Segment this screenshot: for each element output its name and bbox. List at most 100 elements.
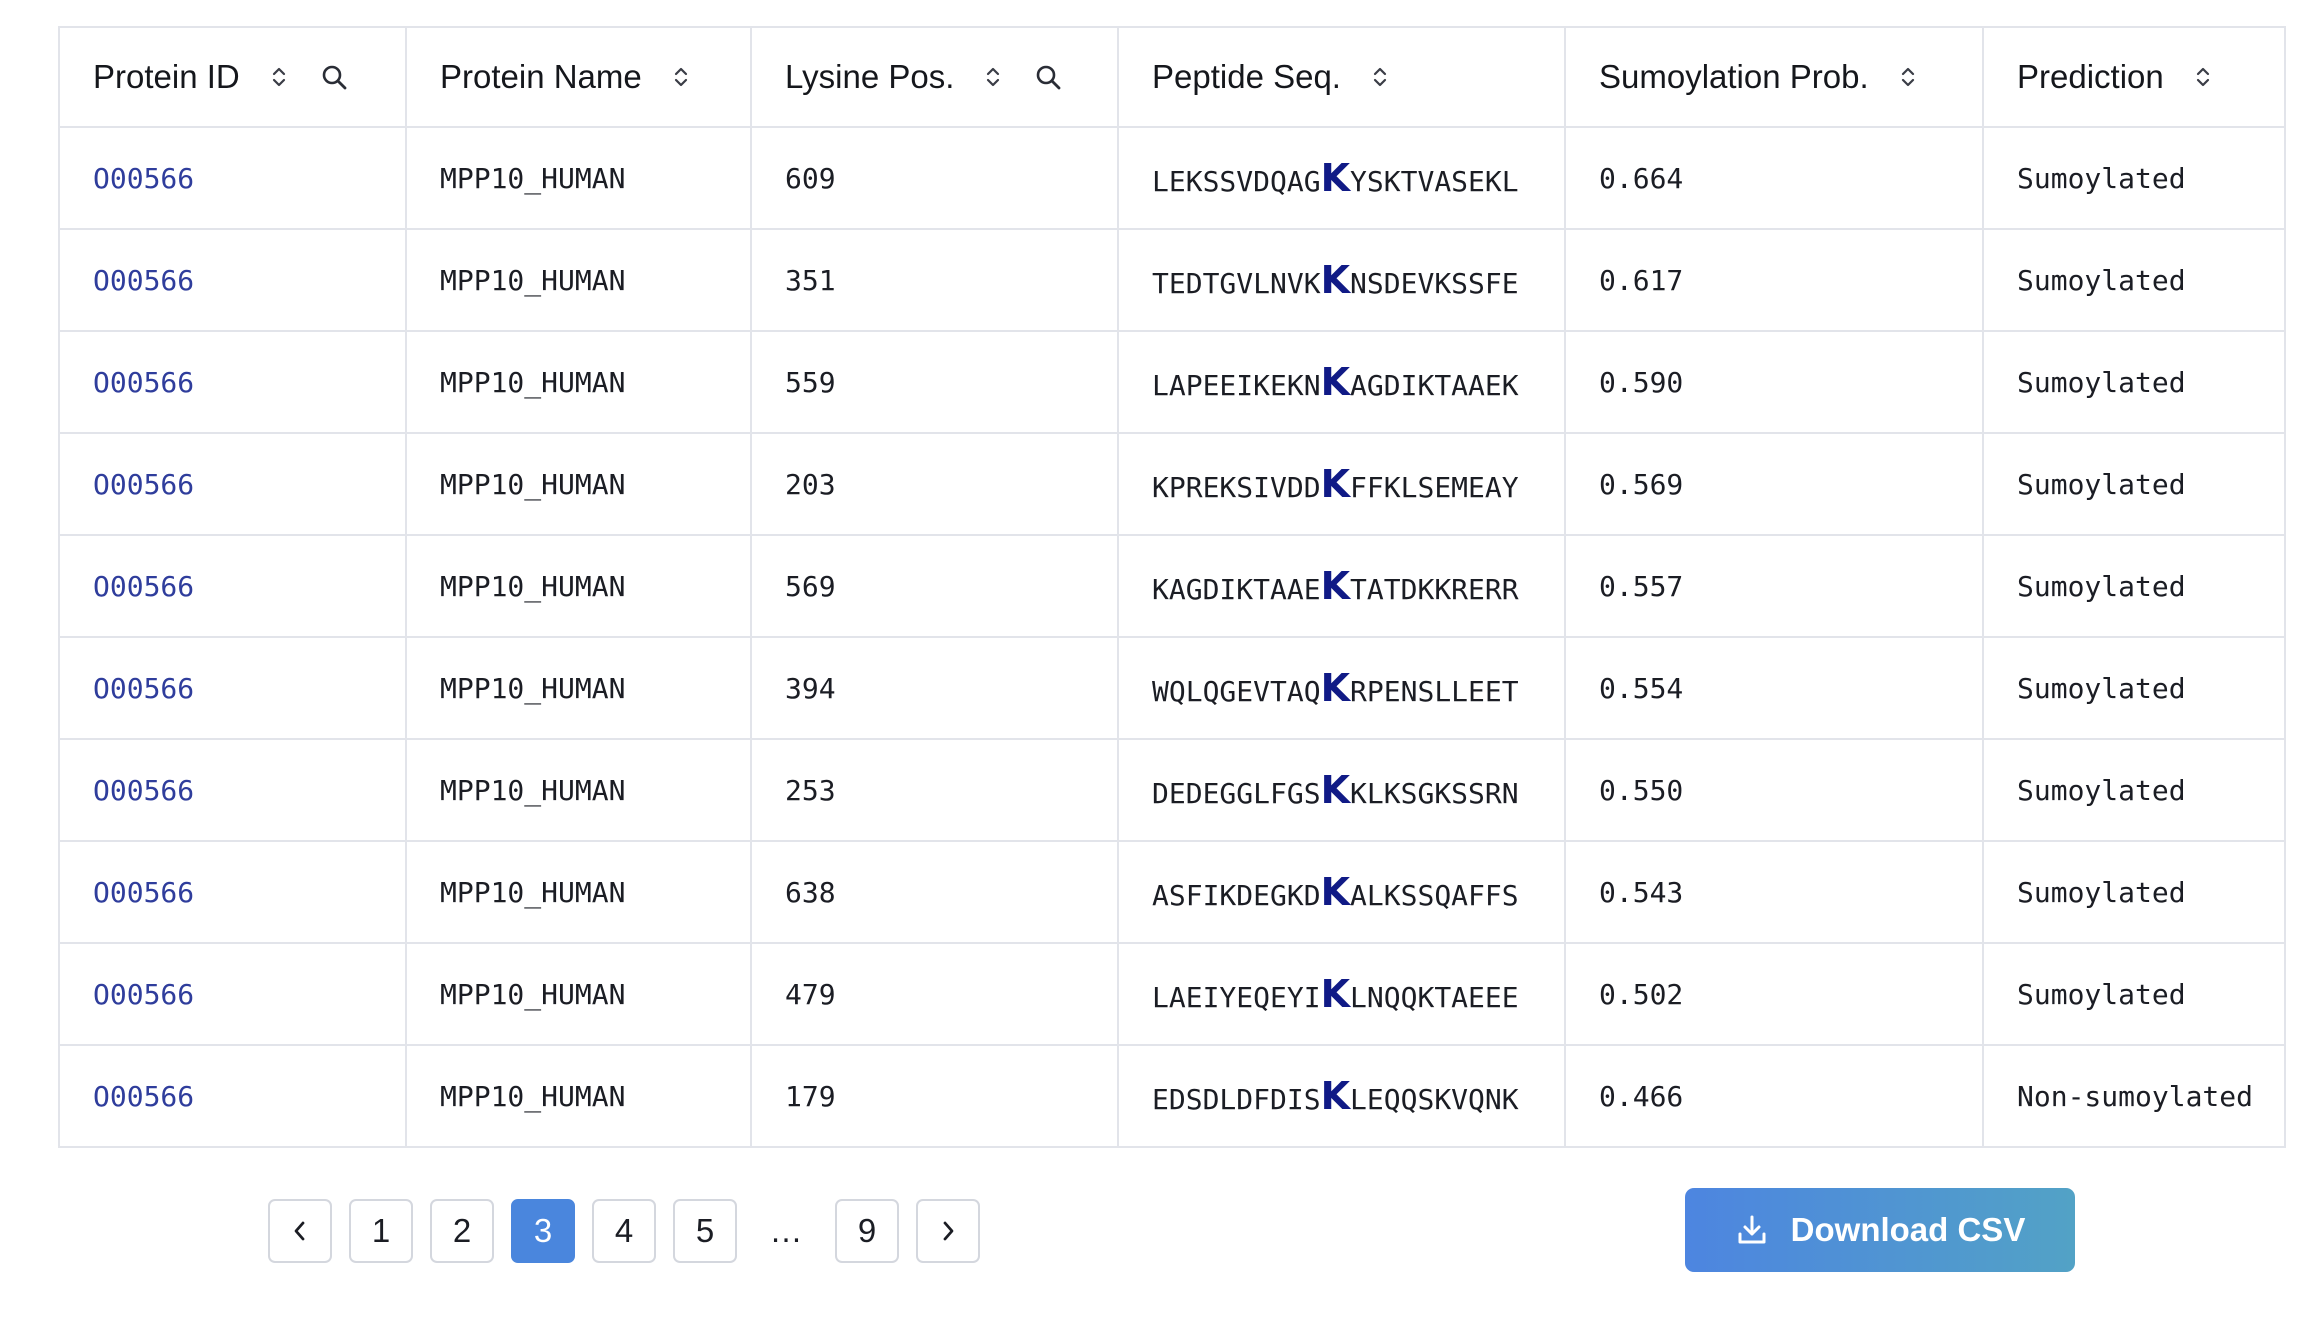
sort-icon[interactable]: [1373, 66, 1387, 88]
peptide-suffix: FFKLSEMEAY: [1350, 471, 1519, 504]
peptide-suffix: AGDIKTAAEK: [1350, 369, 1519, 402]
protein-id-link[interactable]: O00566: [93, 876, 194, 909]
column-header-sumoylation-prob[interactable]: Sumoylation Prob.: [1564, 26, 1984, 128]
sort-icon[interactable]: [1901, 66, 1915, 88]
peptide-prefix: WQLQGEVTAQ: [1152, 675, 1321, 708]
probability-cell: 0.550: [1564, 738, 1984, 842]
peptide-seq-cell: KAGDIKTAAEKTATDKKRERR: [1117, 534, 1566, 638]
page-button[interactable]: 2: [430, 1199, 494, 1263]
peptide-prefix: ASFIKDEGKD: [1152, 879, 1321, 912]
column-header-label: Sumoylation Prob.: [1599, 58, 1869, 95]
protein-id-link[interactable]: O00566: [93, 468, 194, 501]
protein-id-link[interactable]: O00566: [93, 366, 194, 399]
prediction-cell: Sumoylated: [1982, 636, 2286, 740]
protein-id-cell: O00566: [58, 330, 407, 434]
peptide-prefix: EDSDLDFDIS: [1152, 1083, 1321, 1116]
peptide-suffix: ALKSSQAFFS: [1350, 879, 1519, 912]
probability-cell: 0.590: [1564, 330, 1984, 434]
sort-icon[interactable]: [272, 66, 286, 88]
peptide-suffix: KLKSGKSSRN: [1350, 777, 1519, 810]
peptide-prefix: LEKSSVDQAG: [1152, 165, 1321, 198]
peptide-seq-cell: LEKSSVDQAGKYSKTVASEKL: [1117, 126, 1566, 230]
protein-id-link[interactable]: O00566: [93, 672, 194, 705]
probability-cell: 0.543: [1564, 840, 1984, 944]
column-header-protein-name[interactable]: Protein Name: [405, 26, 752, 128]
lysine-pos-cell: 559: [750, 330, 1119, 434]
probability-cell: 0.466: [1564, 1044, 1984, 1148]
sort-icon[interactable]: [2196, 66, 2210, 88]
protein-id-cell: O00566: [58, 1044, 407, 1148]
column-header-label: Protein ID: [93, 58, 240, 95]
peptide-prefix: KAGDIKTAAE: [1152, 573, 1321, 606]
table-row: O00566 MPP10_HUMAN 394 WQLQGEVTAQKRPENSLLEE…: [58, 636, 2286, 740]
prediction-cell: Sumoylated: [1982, 432, 2286, 536]
peptide-seq-cell: LAPEEIKEKNKAGDIKTAAEK: [1117, 330, 1566, 434]
protein-id-link[interactable]: O00566: [93, 570, 194, 603]
peptide-site-lysine: K: [1320, 1074, 1351, 1118]
protein-id-cell: O00566: [58, 534, 407, 638]
protein-id-link[interactable]: O00566: [93, 162, 194, 195]
prediction-cell: Sumoylated: [1982, 534, 2286, 638]
protein-name-cell: MPP10_HUMAN: [405, 942, 752, 1046]
peptide-prefix: LAPEEIKEKN: [1152, 369, 1321, 402]
download-icon: [1735, 1213, 1769, 1247]
pagination-ellipsis: …: [754, 1199, 818, 1263]
chevron-right-icon: [940, 1212, 956, 1250]
peptide-site-lysine: K: [1320, 462, 1351, 506]
probability-cell: 0.664: [1564, 126, 1984, 230]
page-button[interactable]: 9: [835, 1199, 899, 1263]
protein-name-cell: MPP10_HUMAN: [405, 126, 752, 230]
search-icon[interactable]: [320, 63, 348, 91]
lysine-pos-cell: 394: [750, 636, 1119, 740]
sort-icon[interactable]: [674, 66, 688, 88]
protein-id-link[interactable]: O00566: [93, 774, 194, 807]
prediction-cell: Sumoylated: [1982, 738, 2286, 842]
protein-id-link[interactable]: O00566: [93, 978, 194, 1011]
column-header-label: Prediction: [2017, 58, 2164, 95]
search-icon[interactable]: [1034, 63, 1062, 91]
lysine-pos-cell: 638: [750, 840, 1119, 944]
peptide-site-lysine: K: [1320, 564, 1351, 608]
lysine-pos-cell: 351: [750, 228, 1119, 332]
pagination: 1 2 3 4 5 … 9: [268, 1199, 997, 1263]
protein-id-link[interactable]: O00566: [93, 1080, 194, 1113]
peptide-site-lysine: K: [1320, 972, 1351, 1016]
download-csv-button[interactable]: Download CSV: [1685, 1188, 2075, 1272]
page-button[interactable]: 4: [592, 1199, 656, 1263]
next-page-button[interactable]: [916, 1199, 980, 1263]
table-header-row: Protein ID Protein Name Lysine Pos. Pept…: [58, 26, 2286, 128]
column-header-peptide-seq[interactable]: Peptide Seq.: [1117, 26, 1566, 128]
protein-name-cell: MPP10_HUMAN: [405, 1044, 752, 1148]
sort-icon[interactable]: [986, 66, 1000, 88]
protein-name-cell: MPP10_HUMAN: [405, 738, 752, 842]
peptide-prefix: TEDTGVLNVK: [1152, 267, 1321, 300]
peptide-site-lysine: K: [1320, 156, 1351, 200]
protein-id-link[interactable]: O00566: [93, 264, 194, 297]
page-button[interactable]: 5: [673, 1199, 737, 1263]
probability-cell: 0.554: [1564, 636, 1984, 740]
protein-id-cell: O00566: [58, 738, 407, 842]
column-header-label: Protein Name: [440, 58, 642, 95]
peptide-prefix: LAEIYEQEYI: [1152, 981, 1321, 1014]
page-button-current[interactable]: 3: [511, 1199, 575, 1263]
column-header-protein-id[interactable]: Protein ID: [58, 26, 407, 128]
peptide-suffix: YSKTVASEKL: [1350, 165, 1519, 198]
peptide-site-lysine: K: [1320, 870, 1351, 914]
page-button[interactable]: 1: [349, 1199, 413, 1263]
protein-name-cell: MPP10_HUMAN: [405, 636, 752, 740]
peptide-suffix: TATDKKRERR: [1350, 573, 1519, 606]
column-header-prediction[interactable]: Prediction: [1982, 26, 2286, 128]
table-row: O00566 MPP10_HUMAN 179 EDSDLDFDISKLEQQSKVQN…: [58, 1044, 2286, 1148]
peptide-site-lysine: K: [1320, 258, 1351, 302]
prediction-cell: Sumoylated: [1982, 126, 2286, 230]
prediction-cell: Sumoylated: [1982, 330, 2286, 434]
lysine-pos-cell: 609: [750, 126, 1119, 230]
peptide-site-lysine: K: [1320, 768, 1351, 812]
peptide-suffix: NSDEVKSSFE: [1350, 267, 1519, 300]
table-row: O00566 MPP10_HUMAN 203 KPREKSIVDDKFFKLSEMEA…: [58, 432, 2286, 536]
prediction-cell: Sumoylated: [1982, 840, 2286, 944]
prev-page-button[interactable]: [268, 1199, 332, 1263]
column-header-label: Lysine Pos.: [785, 58, 955, 95]
column-header-lysine-pos[interactable]: Lysine Pos.: [750, 26, 1119, 128]
probability-cell: 0.557: [1564, 534, 1984, 638]
